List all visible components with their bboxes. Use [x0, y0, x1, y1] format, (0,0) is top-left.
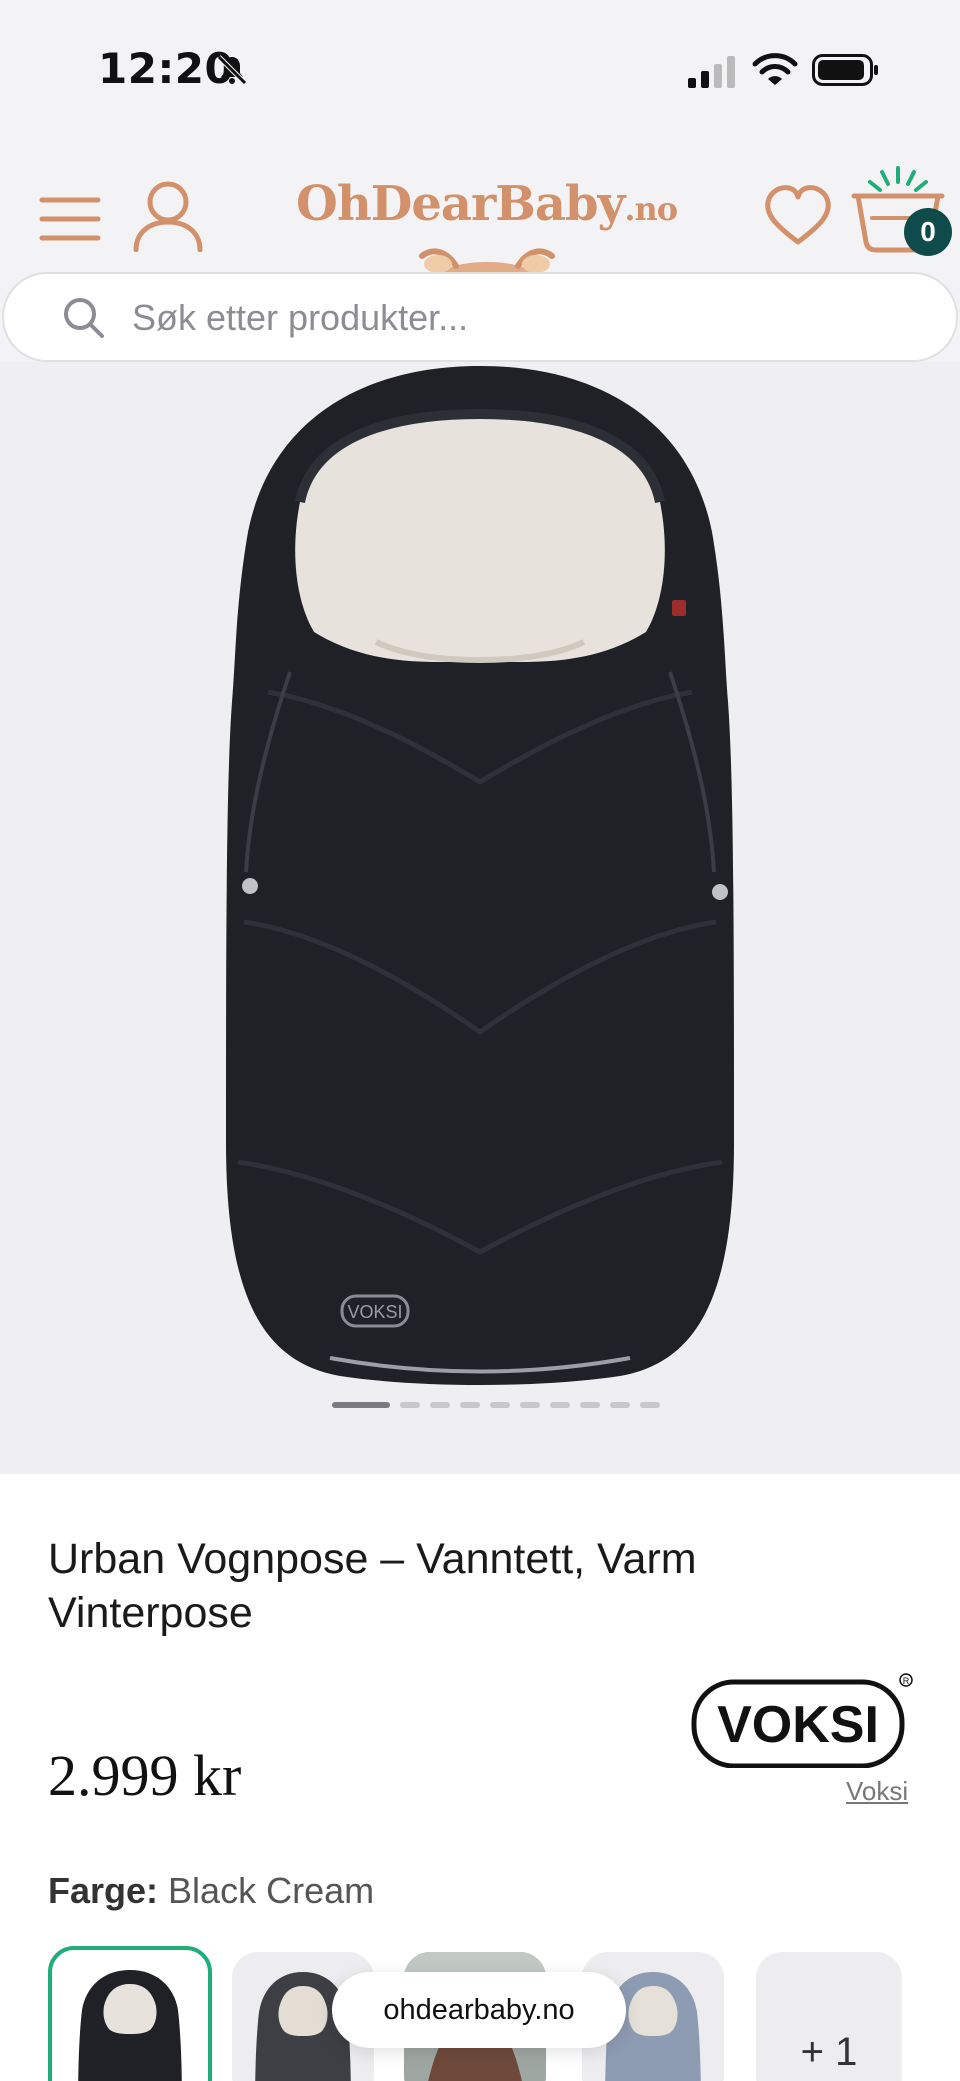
svg-text:R: R — [903, 1676, 910, 1686]
gallery-dot[interactable] — [520, 1402, 540, 1408]
browser-url-pill[interactable]: ohdearbaby.no — [332, 1972, 626, 2048]
color-value: Black Cream — [168, 1870, 375, 1911]
battery-icon — [812, 54, 878, 86]
product-image-gallery[interactable]: VOKSI — [0, 362, 960, 1474]
gallery-dot[interactable] — [400, 1402, 420, 1408]
brand-logo-text: VOKSI — [717, 1696, 879, 1754]
swatch-black-cream-thumb — [78, 1970, 182, 2081]
brand-logo[interactable]: VOKSI R — [690, 1668, 916, 1768]
wishlist-heart-icon[interactable] — [762, 180, 834, 252]
color-label: Farge: — [48, 1870, 159, 1911]
cart-count-badge[interactable]: 0 — [904, 208, 952, 256]
site-header: OhDearBaby.no — [0, 150, 960, 286]
svg-text:VOKSI: VOKSI — [347, 1302, 402, 1322]
hamburger-menu-icon[interactable] — [38, 194, 102, 244]
gallery-dot[interactable] — [490, 1402, 510, 1408]
product-title: Urban Vognpose – Vanntett, Varm Vinterpo… — [48, 1535, 697, 1637]
logo-wordmark: OhDearBaby.no — [296, 176, 678, 232]
gallery-dot[interactable] — [610, 1402, 630, 1408]
logo-main-text: OhDearBaby — [296, 176, 625, 232]
account-icon[interactable] — [130, 180, 206, 252]
gallery-dot[interactable] — [580, 1402, 600, 1408]
gallery-dot[interactable] — [430, 1402, 450, 1408]
more-swatches-button[interactable]: + 1 — [756, 1952, 902, 2081]
gallery-dot[interactable] — [332, 1402, 390, 1408]
color-selection-label: Farge: Black Cream — [48, 1870, 374, 1912]
gallery-pagination-dots — [332, 1402, 660, 1410]
gallery-dot[interactable] — [460, 1402, 480, 1408]
product-image-footmuff[interactable]: VOKSI — [0, 362, 960, 1412]
bell-slash-icon — [217, 55, 247, 85]
cellular-signal-icon — [688, 56, 735, 88]
product-price: 2.999 kr — [48, 1743, 242, 1808]
gallery-dot[interactable] — [640, 1402, 660, 1408]
logo-suffix-text: .no — [624, 190, 678, 228]
search-input[interactable] — [132, 288, 912, 348]
gallery-dot[interactable] — [550, 1402, 570, 1408]
status-bar: 12:20 — [0, 0, 960, 140]
wifi-icon — [752, 53, 798, 85]
search-bar[interactable] — [2, 272, 958, 362]
brand-link[interactable]: Voksi — [846, 1776, 908, 1807]
site-logo[interactable]: OhDearBaby.no — [296, 176, 678, 286]
swatch-black-cream[interactable] — [48, 1946, 212, 2081]
search-icon — [64, 298, 104, 338]
